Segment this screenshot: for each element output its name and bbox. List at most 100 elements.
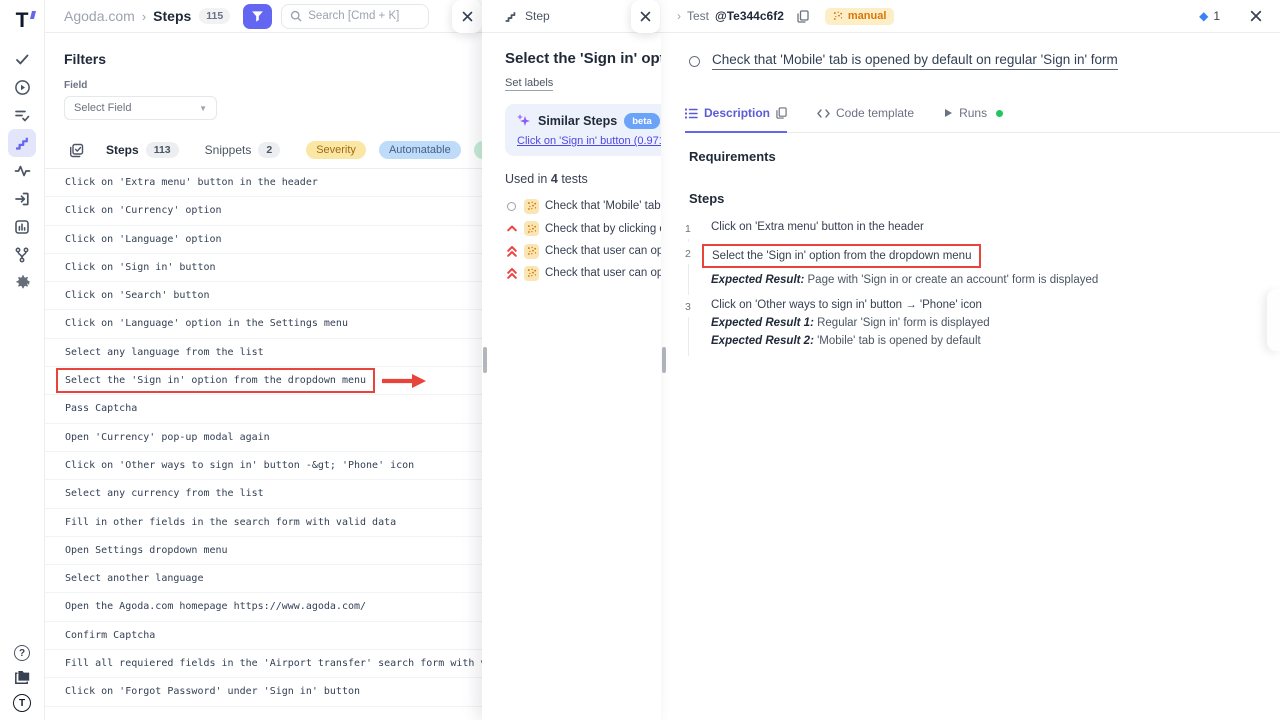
step-list-item-text: Fill in other fields in the search form …	[65, 517, 396, 528]
filter-button[interactable]	[243, 4, 272, 29]
profile-icon[interactable]: T	[13, 694, 31, 712]
step-list-item-text: Click on 'Extra menu' button in the head…	[65, 177, 318, 188]
step-list-item[interactable]: Click on 'Forgot Password' under 'Sign i…	[45, 678, 482, 706]
code-icon	[817, 109, 830, 118]
step-list-item-text: Open Settings dropdown menu	[65, 545, 228, 556]
step-list-item[interactable]: Fill in other fields in the search form …	[45, 509, 482, 537]
report-icon[interactable]	[8, 213, 36, 241]
step-list-item[interactable]: Open Settings dropdown menu	[45, 537, 482, 565]
step-connector-line	[688, 317, 689, 356]
step-list-item-text: Confirm Captcha	[65, 630, 155, 641]
used-in-test-item[interactable]: Check that 'Mobile' tab is opened by def…	[505, 195, 661, 217]
test-step: 3 Click on 'Other ways to sign in' butto…	[685, 299, 1280, 347]
close-step-panel-button[interactable]	[631, 0, 660, 33]
similar-step-link[interactable]: Click on 'Sign in' button (0.9715)	[517, 135, 661, 147]
steps-icon	[504, 10, 517, 23]
step-list-item[interactable]: Fill all requiered fields in the 'Airpor…	[45, 650, 482, 678]
step-list-item-text: Select another language	[65, 573, 203, 584]
app-logo[interactable]: T	[16, 8, 29, 34]
expected-result-label: Expected Result 2:	[711, 335, 814, 347]
manual-test-icon	[524, 244, 539, 259]
search-box[interactable]	[281, 4, 429, 29]
priority-icon	[505, 246, 518, 257]
check-icon[interactable]	[8, 45, 36, 73]
tag-pill[interactable]: Type	[474, 141, 482, 159]
step-list-item[interactable]: Click on 'Language' option	[45, 226, 482, 254]
test-step-text[interactable]: Click on 'Other ways to sign in' button …	[711, 299, 990, 311]
used-in-test-item[interactable]: Check that user can op	[505, 262, 661, 284]
library-icon[interactable]	[14, 670, 31, 685]
manual-test-icon	[524, 221, 539, 236]
help-icon[interactable]: ?	[14, 645, 30, 661]
status-circle-icon[interactable]	[689, 56, 700, 67]
step-list-item[interactable]: Click on 'Search' button	[45, 282, 482, 310]
manual-badge-label: manual	[848, 10, 887, 22]
set-labels-link[interactable]: Set labels	[505, 76, 553, 91]
step-list-item[interactable]: Select another language	[45, 565, 482, 593]
diamond-icon[interactable]: ◆	[1199, 9, 1208, 23]
test-step: 1 Click on 'Extra menu' button in the he…	[685, 221, 1280, 233]
collapsed-panel-handle[interactable]	[1267, 289, 1280, 351]
filters-section: Filters Field Select Field ▼	[45, 51, 482, 120]
tab-runs[interactable]: Runs	[944, 106, 1003, 131]
test-step-number: 1	[685, 221, 691, 235]
close-panel-button[interactable]	[452, 0, 482, 33]
step-list-item[interactable]: Click on 'Extra menu' button in the head…	[45, 169, 482, 197]
field-select[interactable]: Select Field ▼	[64, 96, 217, 120]
gear-icon[interactable]	[8, 269, 36, 297]
play-circle-icon[interactable]	[8, 73, 36, 101]
tab-description[interactable]: Description	[685, 106, 787, 133]
red-arrow-annotation	[381, 374, 427, 388]
test-step-text[interactable]: Select the 'Sign in' option from the dro…	[702, 244, 981, 268]
step-title: Select the 'Sign in' option from the dro…	[505, 50, 661, 67]
step-list-item-text: Select any language from the list	[65, 347, 264, 358]
step-list-item[interactable]: Select any language from the list	[45, 339, 482, 367]
test-step-number: 3	[685, 299, 691, 313]
panel-resize-handle[interactable]	[483, 347, 487, 373]
step-list-item[interactable]: Open 'Currency' pop-up modal again	[45, 424, 482, 452]
priority-icon	[505, 202, 518, 211]
tab-steps[interactable]: Steps 113	[106, 142, 179, 158]
used-in-test-item[interactable]: Check that user can op	[505, 240, 661, 262]
test-steps-list: 1 Click on 'Extra menu' button in the he…	[685, 221, 1280, 347]
step-list-item[interactable]: Select the 'Sign in' option from the dro…	[45, 367, 482, 395]
copy-icon[interactable]	[797, 10, 809, 23]
branch-icon[interactable]	[8, 241, 36, 269]
step-list-item[interactable]: Click on 'Language' option in the Settin…	[45, 310, 482, 338]
tag-pill[interactable]: Severity	[306, 141, 366, 159]
step-list-item[interactable]: Click on 'Currency' option	[45, 197, 482, 225]
chevron-icon[interactable]: ›	[677, 9, 681, 23]
close-test-panel-button[interactable]	[1250, 10, 1262, 22]
step-list-item[interactable]: Open the Agoda.com homepage https://www.…	[45, 593, 482, 621]
list-check-icon[interactable]	[8, 101, 36, 129]
step-list-item-text: Fill all requiered fields in the 'Airpor…	[65, 658, 482, 669]
manual-badge: manual	[825, 8, 895, 25]
test-title[interactable]: Check that 'Mobile' tab is opened by def…	[712, 52, 1118, 70]
tag-pill[interactable]: Automatable	[379, 141, 461, 159]
step-list-item-text: Select any currency from the list	[65, 488, 264, 499]
panel-resize-handle[interactable]	[662, 347, 666, 373]
login-icon[interactable]	[8, 185, 36, 213]
activity-icon[interactable]	[8, 157, 36, 185]
tab-steps-count: 113	[146, 142, 179, 158]
step-list-item[interactable]: Select any currency from the list	[45, 480, 482, 508]
used-in-test-label: Check that 'Mobile' tab is opened by def…	[545, 200, 661, 212]
used-in-test-item[interactable]: Check that by clicking o	[505, 218, 661, 240]
breadcrumb-project[interactable]: Agoda.com	[64, 8, 135, 24]
step-list-item[interactable]: Pass Captcha	[45, 395, 482, 423]
tab-code-template[interactable]: Code template	[817, 106, 914, 131]
test-step-text[interactable]: Click on 'Extra menu' button in the head…	[711, 221, 924, 233]
requirements-heading: Requirements	[689, 149, 1280, 164]
tab-snippets[interactable]: Snippets 2	[205, 142, 281, 158]
step-connector-line	[688, 239, 689, 242]
chevron-down-icon: ▼	[199, 104, 207, 113]
step-list-item[interactable]: Confirm Captcha	[45, 622, 482, 650]
steps-icon[interactable]	[8, 129, 36, 157]
step-list-item[interactable]: Click on 'Other ways to sign in' button …	[45, 452, 482, 480]
search-input[interactable]	[308, 10, 408, 22]
field-select-value: Select Field	[74, 102, 131, 114]
step-list-item[interactable]: Click on 'Sign in' button	[45, 254, 482, 282]
select-all-icon[interactable]	[69, 143, 84, 158]
tab-snippets-label: Snippets	[205, 143, 252, 157]
copy-icon[interactable]	[776, 107, 787, 119]
